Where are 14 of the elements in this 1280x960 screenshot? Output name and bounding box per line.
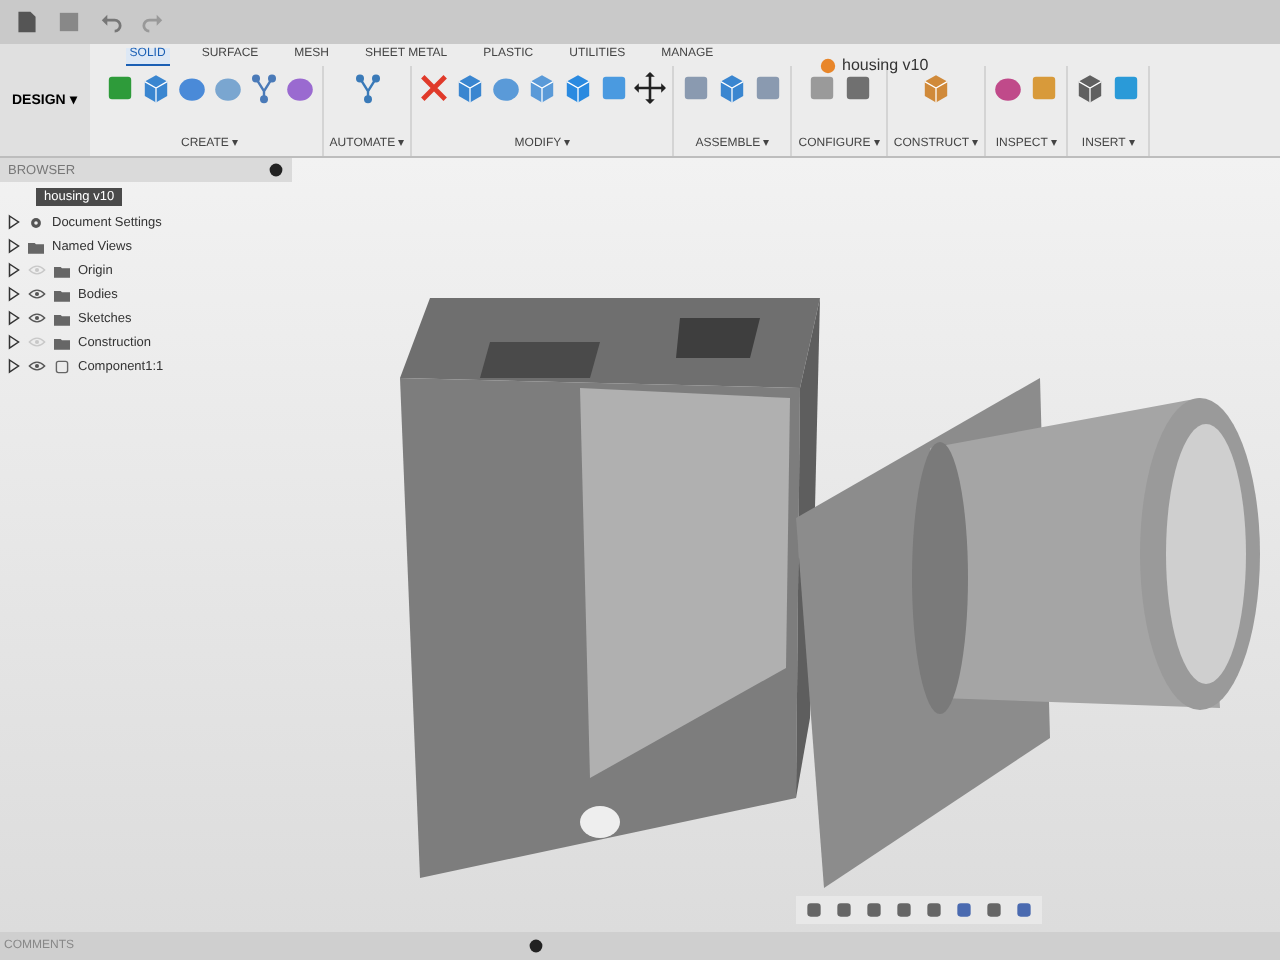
eye-icon[interactable] bbox=[28, 288, 46, 300]
eye-icon[interactable] bbox=[28, 312, 46, 324]
component-icon bbox=[54, 359, 70, 373]
cube-icon[interactable] bbox=[139, 72, 172, 104]
move-icon[interactable] bbox=[634, 72, 667, 104]
eye-icon[interactable] bbox=[28, 360, 46, 372]
node-graph-icon[interactable] bbox=[351, 72, 384, 104]
gear-icon bbox=[28, 215, 44, 229]
document-icon bbox=[820, 57, 836, 73]
document-title[interactable]: housing v10 bbox=[842, 56, 929, 74]
undo-icon[interactable] bbox=[100, 10, 122, 34]
file-icon[interactable] bbox=[16, 10, 38, 34]
cross-icon[interactable] bbox=[418, 72, 451, 104]
component-icon[interactable] bbox=[716, 72, 749, 104]
